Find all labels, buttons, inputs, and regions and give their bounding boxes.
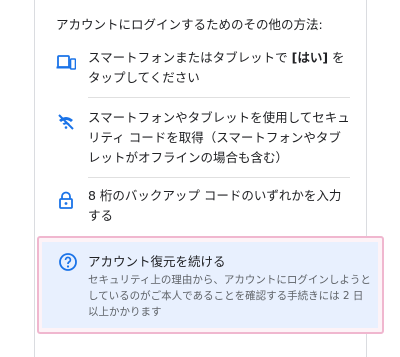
recovery-description: セキュリティ上の理由から、アカウントにログインしようとしているのがご本人であるこ… [88, 274, 371, 318]
divider [88, 97, 350, 98]
help-circle-icon [58, 252, 78, 272]
phone-tablet-icon [56, 52, 77, 72]
option-tap-yes-label: スマートフォンまたはタブレットで [はい] をタップしてください [88, 50, 345, 85]
phone-off-icon [56, 112, 76, 132]
recovery-title: アカウント復元を続ける [88, 254, 226, 269]
option-backup-code-label: 8 桁のバックアップ コードのいずれかを入力する [88, 188, 342, 223]
option-security-code-label: スマートフォンやタブレットを使用してセキュリティ コードを取得（スマートフォンや… [88, 110, 350, 165]
option-security-code[interactable]: スマートフォンやタブレットを使用してセキュリティ コードを取得（スマートフォンや… [56, 108, 352, 168]
divider [88, 177, 350, 178]
yes-label: [はい] [291, 50, 329, 65]
option-tap-yes[interactable]: スマートフォンまたはタブレットで [はい] をタップしてください [56, 48, 352, 88]
lock-icon [56, 190, 76, 210]
option-backup-code[interactable]: 8 桁のバックアップ コードのいずれかを入力する [56, 186, 352, 226]
other-methods-heading: アカウントにログインするためのその他の方法: [56, 17, 323, 32]
option-account-recovery[interactable]: アカウント復元を続ける セキュリティ上の理由から、アカウントにログインしようとし… [42, 242, 378, 328]
